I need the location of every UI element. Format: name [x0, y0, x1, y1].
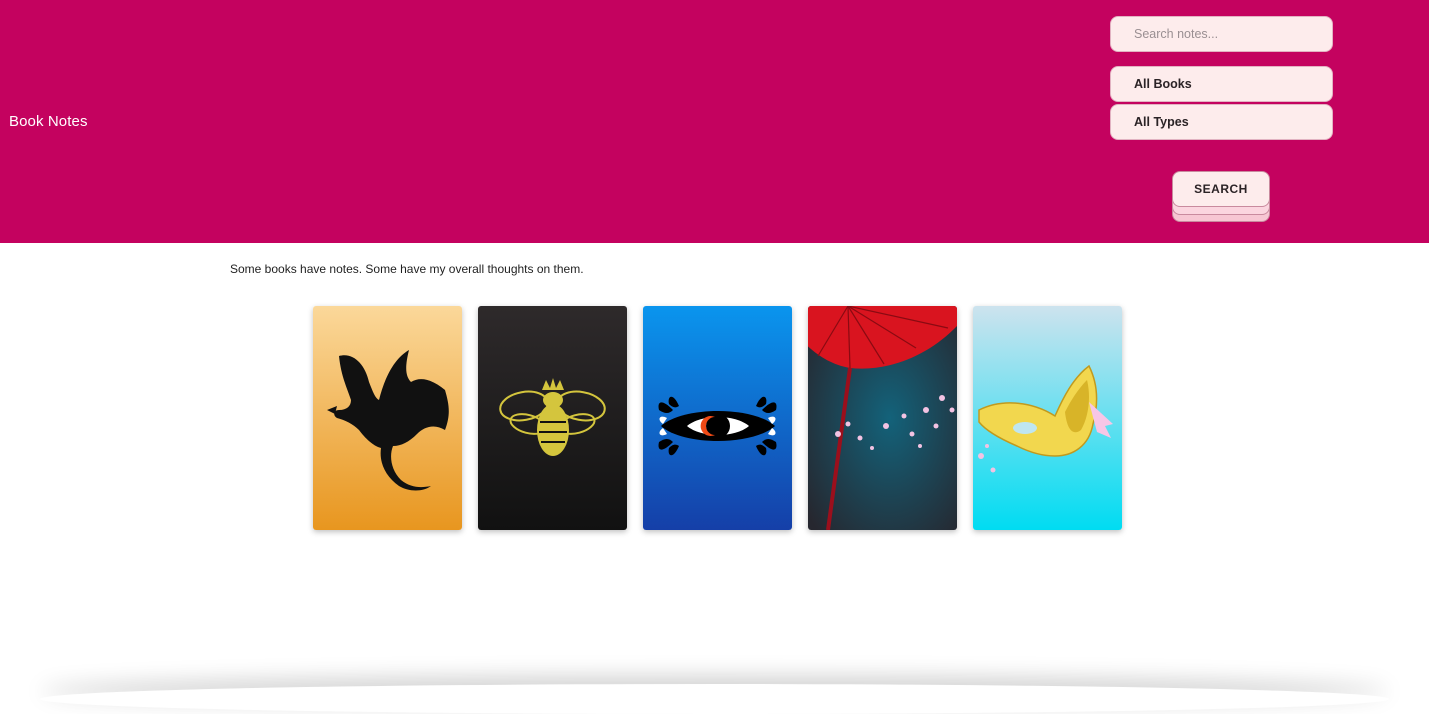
search-button[interactable]: SEARCH [1172, 171, 1270, 207]
book-select[interactable]: All Books [1110, 66, 1333, 102]
app-title[interactable]: Book Notes [9, 113, 88, 130]
eye-icon [643, 306, 792, 530]
search-input[interactable] [1110, 16, 1333, 52]
book-cover[interactable] [808, 306, 957, 530]
type-select[interactable]: All Types [1110, 104, 1333, 140]
book-cover[interactable] [643, 306, 792, 530]
book-cover[interactable] [973, 306, 1122, 530]
intro-text: Some books have notes. Some have my over… [230, 262, 584, 276]
bee-icon [478, 306, 627, 530]
search-button-wrap: SEARCH [1172, 171, 1270, 223]
umbrella-icon [808, 306, 957, 530]
book-cover[interactable] [478, 306, 627, 530]
book-cover-grid [313, 306, 1122, 530]
mask-icon [973, 306, 1122, 530]
book-cover[interactable] [313, 306, 462, 530]
header: Book Notes All Books All Types SEARCH [0, 0, 1429, 243]
bottom-shadow [40, 684, 1389, 714]
dragon-icon [313, 306, 462, 530]
